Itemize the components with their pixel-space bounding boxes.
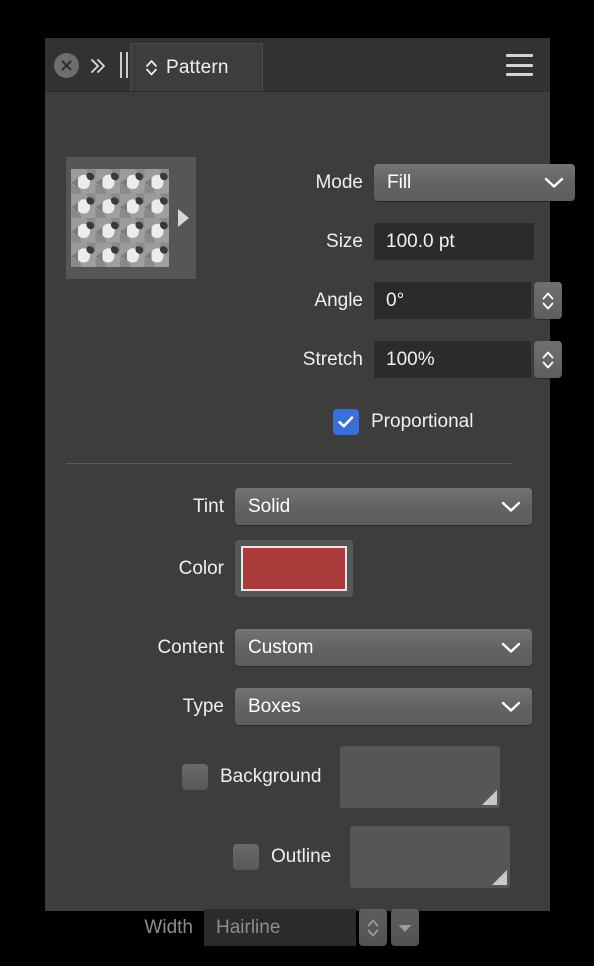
background-color-well[interactable] — [340, 746, 501, 808]
content-label: Content — [157, 636, 224, 658]
drag-bars-icon — [125, 52, 128, 78]
field-outline: Outline — [233, 826, 511, 888]
double-chevron-right-icon — [91, 58, 105, 73]
field-angle: Angle 0° — [290, 282, 562, 319]
chevron-down-icon — [501, 642, 521, 653]
field-size: Size 100.0 pt — [290, 223, 534, 260]
type-label: Type — [182, 695, 224, 717]
pattern-preview-swatch — [71, 169, 169, 267]
color-label: Color — [178, 557, 224, 579]
angle-stepper[interactable] — [534, 282, 562, 319]
tint-label: Tint — [193, 495, 224, 517]
panel-menu-button[interactable] — [506, 54, 533, 76]
stretch-value: 100% — [386, 348, 435, 370]
mode-label: Mode — [315, 171, 363, 193]
field-type: Type Boxes — [93, 688, 532, 725]
tab-pattern-label: Pattern — [166, 56, 229, 78]
width-label: Width — [144, 916, 193, 938]
angle-value: 0° — [386, 289, 405, 311]
tint-dropdown[interactable]: Solid — [235, 488, 532, 525]
tint-value: Solid — [248, 495, 291, 517]
stretch-label: Stretch — [302, 348, 363, 370]
outline-label: Outline — [271, 846, 332, 867]
outline-color-well[interactable] — [350, 826, 511, 888]
field-mode: Mode Fill — [290, 164, 575, 201]
width-input[interactable]: Hairline — [204, 909, 356, 946]
checkmark-icon — [338, 416, 354, 428]
content-value: Custom — [248, 636, 314, 658]
stepper-up-down-icon — [367, 919, 379, 936]
close-panel-button[interactable] — [54, 53, 79, 78]
tab-pattern[interactable]: Pattern — [130, 43, 263, 91]
stretch-input[interactable]: 100% — [374, 341, 531, 378]
color-swatch-button[interactable] — [235, 540, 353, 597]
proportional-checkbox[interactable] — [333, 409, 359, 435]
panel-body: Mode Fill Size 100.0 pt Angle 0° Stretch… — [45, 92, 575, 946]
pattern-panel: Pattern Mode Fill Size 100.0 pt Angle 0°… — [45, 38, 575, 946]
size-value: 100.0 pt — [386, 230, 455, 252]
mode-value: Fill — [387, 171, 412, 193]
field-color: Color — [106, 540, 353, 597]
field-content: Content Custom — [93, 629, 532, 666]
type-value: Boxes — [248, 695, 301, 717]
hamburger-menu-icon — [506, 54, 533, 57]
field-proportional: Proportional — [333, 409, 473, 435]
drag-bars-icon — [119, 52, 122, 78]
resize-grip-icon — [492, 870, 508, 885]
field-stretch: Stretch 100% — [267, 341, 562, 378]
field-width: Width Hairline — [113, 909, 419, 946]
background-label: Background — [220, 766, 322, 787]
triangle-down-icon — [398, 924, 412, 932]
stepper-up-down-icon — [542, 292, 554, 309]
proportional-label: Proportional — [371, 411, 474, 432]
angle-label: Angle — [314, 289, 363, 311]
collapse-panel-button[interactable] — [86, 53, 110, 78]
up-down-chevron-icon — [146, 60, 157, 76]
width-value: Hairline — [216, 916, 281, 938]
chevron-down-icon — [501, 701, 521, 712]
stepper-up-down-icon — [542, 351, 554, 368]
close-icon — [61, 60, 72, 71]
field-tint: Tint Solid — [139, 488, 532, 525]
width-stepper[interactable] — [359, 909, 387, 946]
color-swatch — [241, 546, 347, 591]
chevron-down-icon — [544, 177, 564, 188]
size-label: Size — [326, 230, 363, 252]
width-dropdown-button[interactable] — [391, 909, 419, 946]
panel-tab-bar: Pattern — [45, 38, 550, 92]
pattern-preview-image — [71, 169, 169, 267]
type-dropdown[interactable]: Boxes — [235, 688, 532, 725]
field-background: Background — [182, 746, 501, 808]
outline-checkbox[interactable] — [233, 844, 259, 870]
mode-dropdown[interactable]: Fill — [374, 164, 575, 201]
content-dropdown[interactable]: Custom — [235, 629, 532, 666]
chevron-down-icon — [501, 501, 521, 512]
hamburger-menu-icon — [506, 63, 533, 67]
hamburger-menu-icon — [506, 73, 533, 76]
resize-grip-icon — [482, 790, 498, 805]
section-divider — [66, 463, 513, 464]
play-triangle-icon[interactable] — [178, 209, 189, 227]
size-input[interactable]: 100.0 pt — [374, 223, 534, 260]
stretch-stepper[interactable] — [534, 341, 562, 378]
background-checkbox[interactable] — [182, 764, 208, 790]
angle-input[interactable]: 0° — [374, 282, 531, 319]
pattern-preview[interactable] — [66, 157, 196, 279]
